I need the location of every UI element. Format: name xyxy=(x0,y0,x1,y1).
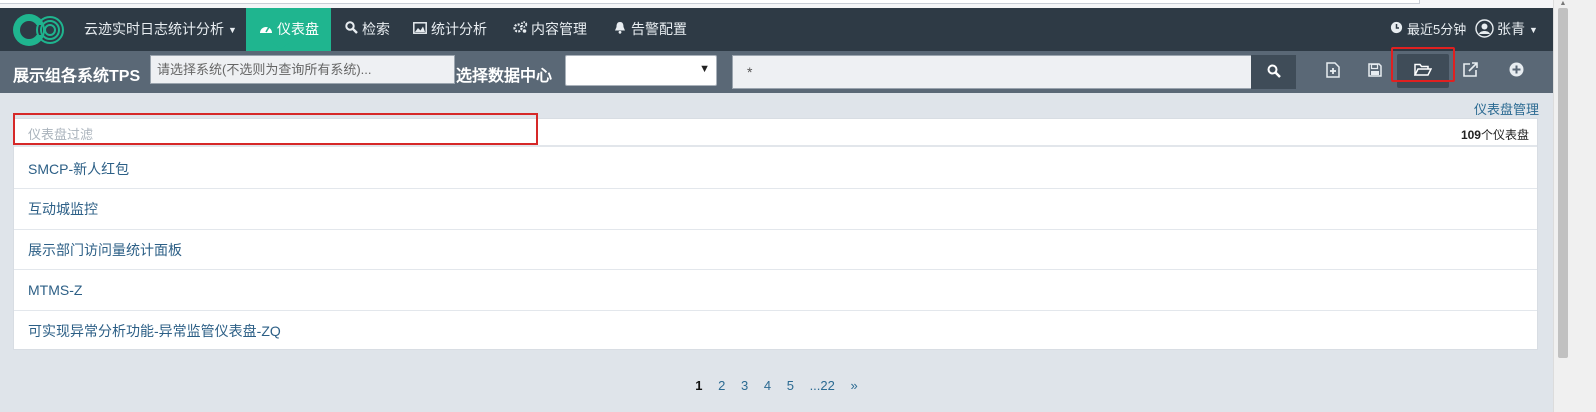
app-logo[interactable] xyxy=(10,11,68,49)
query-input[interactable]: * xyxy=(732,55,1252,89)
chevron-down-icon: ▼ xyxy=(1529,25,1538,35)
nav-tab-dashboard-label: 仪表盘 xyxy=(277,21,319,37)
browser-address-strip xyxy=(0,0,1596,8)
nav-tab-search-label: 检索 xyxy=(362,21,390,37)
new-dashboard-icon xyxy=(1326,62,1340,78)
page-link-1[interactable]: 1 xyxy=(695,378,702,393)
clock-icon xyxy=(1388,8,1404,51)
datacenter-label: 选择数据中心 xyxy=(456,68,553,85)
top-navbar: 云迹实时日志统计分析 ▼ 仪表盘 检索 统计分析 内容管理 告警配置 最近5分钟 xyxy=(0,8,1553,51)
pagination: 1 2 3 4 5 ...22 » xyxy=(0,378,1553,393)
highlight-box-filter xyxy=(13,113,538,145)
add-panel-button[interactable] xyxy=(1490,54,1542,88)
dashboard-count: 109个仪表盘 xyxy=(1461,126,1529,143)
gears-icon xyxy=(512,8,528,51)
user-name: 张青 xyxy=(1497,21,1525,37)
dashboard-toolbar: 展示组各系统TPS 请选择系统(不选则为查询所有系统)... 选择数据中心 ▼ … xyxy=(0,51,1553,93)
active-tab-pointer xyxy=(273,43,289,49)
nav-tab-analytics-label: 统计分析 xyxy=(431,21,487,37)
search-icon xyxy=(1267,64,1281,78)
dashboard-title: 展示组各系统TPS xyxy=(13,68,141,85)
dashboard-list-panel: 仪表盘过滤 109个仪表盘 SMCP-新人红包 互动城监控 展示部门访问量统计面… xyxy=(13,118,1538,350)
nav-tab-alerts-label: 告警配置 xyxy=(631,21,687,37)
app-switcher-label: 云迹实时日志统计分析 xyxy=(84,21,224,37)
user-menu[interactable]: 张青 ▼ xyxy=(1474,8,1538,51)
nav-tab-analytics[interactable]: 统计分析 xyxy=(412,8,487,51)
page-link-4[interactable]: 4 xyxy=(764,378,771,393)
chevron-down-icon: ▼ xyxy=(228,25,237,35)
nav-tab-content-management[interactable]: 内容管理 xyxy=(512,8,587,51)
highlight-box-open-button xyxy=(1391,47,1455,82)
dashboard-list-item[interactable]: MTMS-Z xyxy=(14,270,1537,311)
share-icon xyxy=(1462,62,1478,77)
page-link-last[interactable]: ...22 xyxy=(810,378,835,393)
nav-tab-alerts[interactable]: 告警配置 xyxy=(612,8,687,51)
dashboard-management-link[interactable]: 仪表盘管理 xyxy=(1474,99,1539,118)
search-button[interactable] xyxy=(1251,55,1296,89)
dashboard-list-item[interactable]: 互动城监控 xyxy=(14,189,1537,230)
vertical-scrollbar[interactable]: ▲ xyxy=(1553,0,1596,412)
caret-down-icon: ▼ xyxy=(699,63,710,75)
dashboard-count-suffix: 个仪表盘 xyxy=(1480,128,1529,142)
address-bar-edge xyxy=(0,0,1420,4)
user-avatar-icon xyxy=(1474,8,1494,51)
nav-tab-content-management-label: 内容管理 xyxy=(531,21,587,37)
scrollbar-thumb[interactable] xyxy=(1558,8,1568,358)
datacenter-select[interactable]: ▼ xyxy=(565,55,717,86)
time-range-picker[interactable]: 最近5分钟 xyxy=(1388,8,1466,51)
dashboard-icon xyxy=(258,8,274,51)
dashboard-count-number: 109 xyxy=(1460,128,1481,142)
bell-icon xyxy=(612,8,628,51)
time-range-label: 最近5分钟 xyxy=(1407,22,1467,37)
search-icon xyxy=(343,8,359,51)
scroll-up-arrow-icon[interactable]: ▲ xyxy=(1557,0,1569,8)
system-select-input[interactable]: 请选择系统(不选则为查询所有系统)... xyxy=(150,55,455,84)
add-panel-icon xyxy=(1509,62,1523,77)
image-chart-icon xyxy=(412,8,428,51)
dashboard-list-item[interactable]: SMCP-新人红包 xyxy=(14,149,1537,190)
dashboard-list: SMCP-新人红包 互动城监控 展示部门访问量统计面板 MTMS-Z 可实现异常… xyxy=(14,149,1537,351)
nav-tab-search[interactable]: 检索 xyxy=(343,8,390,51)
dashboard-list-item[interactable]: 展示部门访问量统计面板 xyxy=(14,230,1537,271)
save-icon xyxy=(1368,63,1382,77)
app-switcher-menu[interactable]: 云迹实时日志统计分析 ▼ xyxy=(84,8,237,51)
dashboard-list-item[interactable]: 可实现异常分析功能-异常监管仪表盘-ZQ xyxy=(14,311,1537,351)
page-link-3[interactable]: 3 xyxy=(741,378,748,393)
page-next-link[interactable]: » xyxy=(850,378,857,393)
page-link-2[interactable]: 2 xyxy=(718,378,725,393)
page-link-5[interactable]: 5 xyxy=(787,378,794,393)
